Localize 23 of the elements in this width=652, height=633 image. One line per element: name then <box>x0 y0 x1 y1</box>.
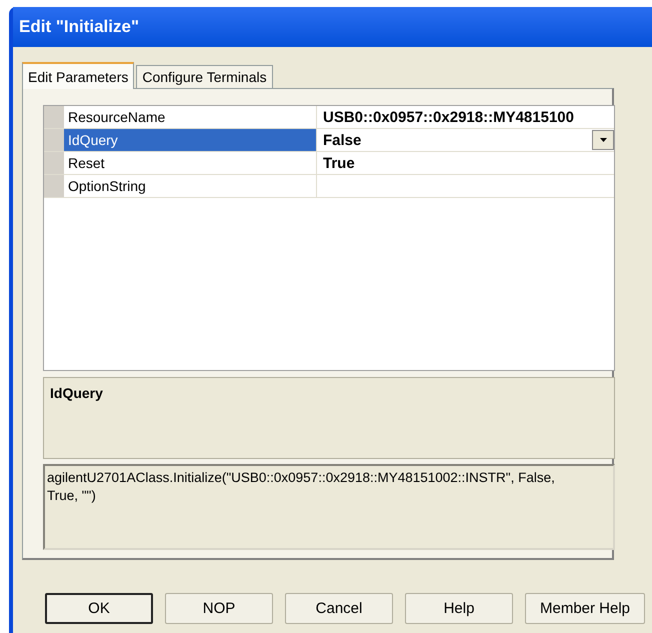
description-title: IdQuery <box>50 385 103 401</box>
row-header[interactable] <box>44 152 64 174</box>
row-header[interactable] <box>44 129 64 151</box>
row-header[interactable] <box>44 175 64 197</box>
code-text: agilentU2701AClass.Initialize("USB0::0x0957::0x2918::MY48151002::INSTR", False, True, "") <box>47 469 556 505</box>
caret-icon <box>600 138 606 142</box>
parameter-name[interactable]: IdQuery <box>64 129 317 151</box>
parameter-name[interactable]: ResourceName <box>64 106 317 128</box>
window-title: Edit "Initialize" <box>19 17 140 37</box>
parameter-value: False <box>323 132 362 148</box>
parameter-value: True <box>323 154 355 172</box>
tab[interactable]: Edit Parameters <box>22 62 134 89</box>
dropdown-button[interactable] <box>592 130 614 150</box>
dialog-button[interactable]: OK <box>45 593 153 624</box>
row-header[interactable] <box>44 106 64 128</box>
parameter-name[interactable]: OptionString <box>64 175 317 197</box>
dialog-button[interactable]: Cancel <box>285 593 393 624</box>
parameter-value: USB0::0x0957::0x2918::MY4815100 <box>323 108 574 126</box>
tab[interactable]: Configure Terminals <box>136 65 273 88</box>
dialog-button[interactable]: Member Help <box>525 593 645 624</box>
dialog-button[interactable]: Help <box>405 593 513 624</box>
parameter-name[interactable]: Reset <box>64 152 317 174</box>
dialog-button[interactable]: NOP <box>165 593 273 624</box>
